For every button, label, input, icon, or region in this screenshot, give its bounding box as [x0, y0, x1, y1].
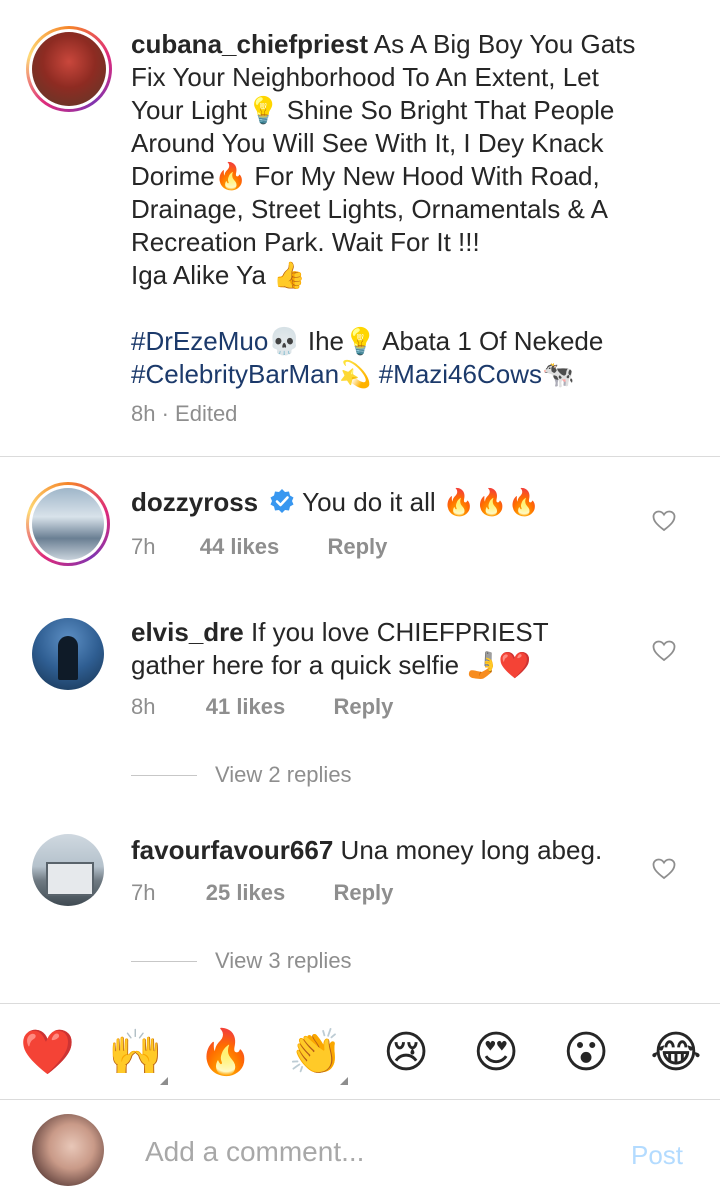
surprised-face-emoji-button[interactable]: 😮 — [560, 1027, 612, 1079]
comment-time: 8h — [131, 694, 156, 719]
clapping-hands-emoji-button[interactable]: 👏 — [288, 1027, 348, 1085]
caption-line: Drainage, Street Lights, Ornamentals & A — [131, 194, 608, 224]
reply-button[interactable]: Reply — [334, 694, 394, 719]
comment-text: If you love CHIEFPRIEST — [243, 617, 549, 647]
caption-line: Fix Your Neighborhood To An Extent, Let — [131, 62, 599, 92]
comment-text: You do it all 🔥🔥🔥 — [295, 487, 540, 517]
caption-divider — [0, 456, 720, 457]
reply-button[interactable]: Reply — [334, 880, 394, 905]
comment-username[interactable]: favourfavour667 — [131, 835, 333, 865]
like-heart-icon[interactable] — [652, 510, 676, 532]
comment-dozzyross: dozzyross You do it all 🔥🔥🔥 7h 44 likes … — [0, 478, 720, 578]
hashtag-drezemuo[interactable]: #DrEzeMuo — [131, 326, 268, 356]
caption-line: Iga Alike Ya 👍 — [131, 260, 306, 290]
comment-username[interactable]: elvis_dre — [131, 617, 244, 647]
caption-edited: · Edited — [155, 401, 238, 426]
comment-username[interactable]: dozzyross — [131, 487, 258, 517]
tears-of-joy-emoji-button[interactable]: 😂 — [650, 1027, 702, 1079]
view-replies-label[interactable]: View 3 replies — [215, 948, 352, 974]
verified-badge-icon — [269, 488, 295, 522]
commenter-avatar[interactable] — [32, 834, 104, 906]
like-heart-icon[interactable] — [652, 858, 676, 880]
view-replies-button[interactable]: View 3 replies — [131, 948, 352, 974]
commenter-avatar[interactable] — [32, 618, 104, 690]
commenter-avatar[interactable] — [26, 482, 110, 566]
hashtag-celebritybarman[interactable]: #CelebrityBarMan — [131, 359, 339, 389]
view-replies-button[interactable]: View 2 replies — [131, 762, 352, 788]
caption-author-avatar[interactable] — [26, 26, 112, 112]
caption-line: Dorime🔥 For My New Hood With Road, — [131, 161, 600, 191]
skin-tone-indicator-icon — [340, 1077, 348, 1085]
replies-divider-line — [131, 774, 197, 776]
reply-button[interactable]: Reply — [328, 534, 388, 559]
comment-time: 7h — [131, 880, 156, 905]
post-button[interactable]: Post — [631, 1140, 683, 1171]
comment-likes[interactable]: 25 likes — [206, 880, 286, 905]
caption-username[interactable]: cubana_chiefpriest — [131, 29, 368, 59]
heart-eyes-emoji-button[interactable]: 😍 — [470, 1027, 522, 1079]
comment-text: gather here for a quick selfie 🤳❤️ — [131, 650, 532, 680]
caption-emoji: 🐄 — [542, 359, 575, 389]
caption-line: Recreation Park. Wait For It !!! — [131, 227, 480, 257]
caption-emoji: 💫 — [339, 359, 379, 389]
comment-likes[interactable]: 41 likes — [206, 694, 286, 719]
crying-face-emoji-button[interactable]: 😢 — [380, 1027, 432, 1079]
caption-line: Your Light💡 Shine So Bright That People — [131, 95, 615, 125]
hashtag-mazi46cows[interactable]: #Mazi46Cows — [379, 359, 542, 389]
like-heart-icon[interactable] — [652, 640, 676, 662]
caption-line: 💀 Ihe💡 Abata 1 Of Nekede — [268, 326, 604, 356]
fire-emoji-button[interactable]: 🔥 — [198, 1027, 253, 1079]
skin-tone-indicator-icon — [160, 1077, 168, 1085]
add-comment-input[interactable]: Add a comment... — [145, 1136, 364, 1168]
red-heart-emoji-button[interactable]: ❤️ — [20, 1027, 75, 1079]
comment-composer: Add a comment... Post — [0, 1100, 720, 1200]
raising-hands-emoji: 🙌 — [108, 1028, 163, 1077]
comment-favourfavour667: favourfavour667 Una money long abeg. 7h … — [0, 826, 720, 986]
clapping-hands-emoji: 👏 — [288, 1028, 343, 1077]
comment-elvis-dre: elvis_dre If you love CHIEFPRIEST gather… — [0, 608, 720, 798]
caption-line: Around You Will See With It, I Dey Knack — [131, 128, 604, 158]
replies-divider-line — [131, 960, 197, 962]
comment-likes[interactable]: 44 likes — [200, 534, 280, 559]
comment-text: Una money long abeg. — [333, 835, 603, 865]
raising-hands-emoji-button[interactable]: 🙌 — [108, 1027, 168, 1085]
current-user-avatar — [32, 1114, 104, 1186]
view-replies-label[interactable]: View 2 replies — [215, 762, 352, 788]
caption-line: As A Big Boy You Gats — [367, 29, 636, 59]
post-caption: cubana_chiefpriest As A Big Boy You Gats… — [0, 0, 720, 456]
comment-time: 7h — [131, 534, 156, 559]
caption-time: 8h — [131, 401, 156, 426]
caption-text: cubana_chiefpriest As A Big Boy You Gats… — [131, 28, 701, 430]
emoji-quick-bar: ❤️ 🙌 🔥 👏 😢 😍 😮 😂 — [0, 1003, 720, 1099]
